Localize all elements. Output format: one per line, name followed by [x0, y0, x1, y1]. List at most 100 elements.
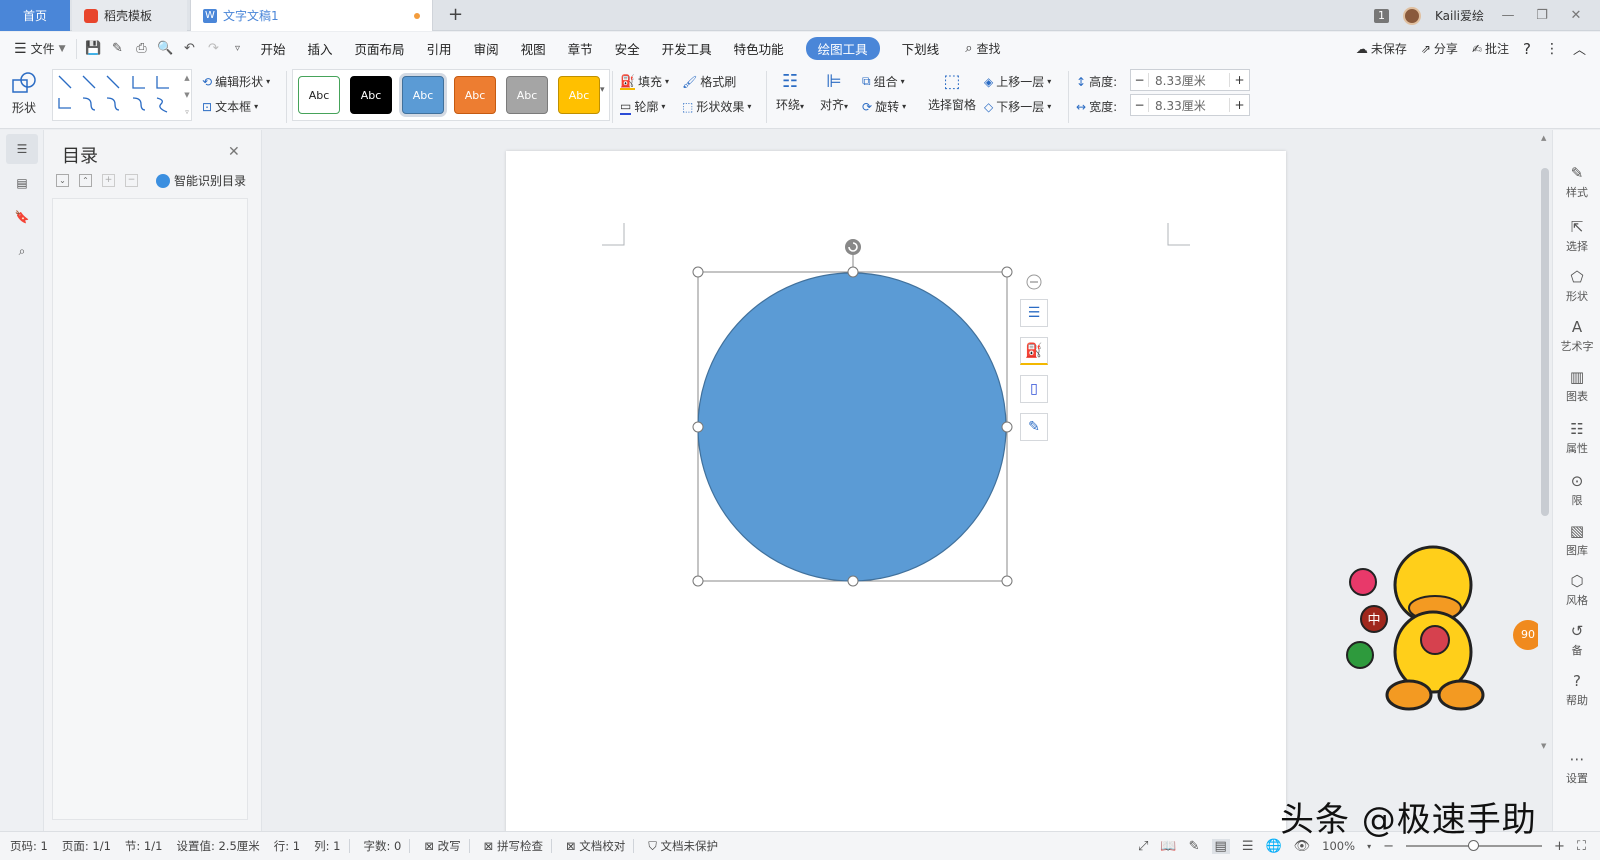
height-stepper[interactable]: − 8.33厘米 + — [1130, 69, 1250, 91]
find-panel-icon[interactable]: ⌕ — [6, 236, 38, 266]
right-rail-item-7[interactable]: ▧ 图库 — [1553, 522, 1600, 558]
quick-fill-icon[interactable]: ⛽ — [1020, 337, 1048, 365]
ribbon-tab-5[interactable]: 视图 — [521, 39, 546, 58]
rotate-button[interactable]: ⟳ 旋转 ▾ — [862, 98, 906, 115]
zoom-slider[interactable] — [1405, 840, 1542, 851]
right-rail-item-6[interactable]: ⊙ 限 — [1553, 472, 1600, 508]
bring-forward-button[interactable]: ◈ 上移一层 ▾ — [984, 73, 1051, 90]
ribbon-tab-8[interactable]: 开发工具 — [662, 39, 712, 58]
line-shape-gallery[interactable] — [52, 69, 192, 121]
send-backward-button[interactable]: ◇ 下移一层 ▾ — [984, 98, 1051, 115]
right-rail-item-4[interactable]: ▥ 图表 — [1553, 368, 1600, 404]
scroll-up-icon[interactable]: ▲ — [1541, 134, 1546, 142]
undo-icon[interactable]: ↶ — [179, 39, 201, 59]
quick-access-more-icon[interactable]: ▿ — [227, 39, 249, 59]
document-page[interactable]: ☰ ⛽ ▯ ✎ — [506, 151, 1286, 831]
tab-home[interactable]: 首页 — [0, 0, 70, 31]
ribbon-tab-2[interactable]: 页面布局 — [355, 39, 405, 58]
save-icon[interactable]: 💾 — [83, 39, 105, 59]
minimize-button[interactable]: — — [1498, 8, 1518, 23]
right-rail-item-2[interactable]: ⬠ 形状 — [1553, 268, 1600, 304]
width-stepper[interactable]: − 8.33厘米 + — [1130, 94, 1250, 116]
outline-icon[interactable]: ▤ — [6, 168, 38, 198]
gallery-scroll[interactable]: ▲ ▼ ▿ — [182, 69, 192, 121]
shape-style-2[interactable]: Abc — [402, 76, 444, 114]
print-preview-icon[interactable]: 🔍 — [155, 39, 177, 59]
right-rail-item-11[interactable]: ⋯ 设置 — [1553, 750, 1600, 786]
ribbon-tab-3[interactable]: 引用 — [427, 39, 452, 58]
format-painter-quick-icon[interactable]: ✎ — [107, 39, 129, 59]
ribbon-tab-0[interactable]: 开始 — [261, 39, 286, 58]
right-rail-item-9[interactable]: ↺ 备 — [1553, 622, 1600, 658]
close-button[interactable]: ✕ — [1566, 8, 1586, 23]
right-rail-item-5[interactable]: ☷ 属性 — [1553, 420, 1600, 456]
page-view-icon[interactable]: ▤ — [1211, 838, 1230, 854]
expand-icon[interactable]: ⌄ — [56, 174, 69, 187]
layout-options-icon[interactable]: ☰ — [1020, 299, 1048, 327]
collapse-toolbar-icon[interactable] — [1026, 274, 1042, 290]
right-rail-item-1[interactable]: ⇱ 选择 — [1553, 218, 1600, 254]
scroll-down-icon[interactable]: ▼ — [1541, 742, 1546, 750]
add-level-icon[interactable]: + — [102, 174, 115, 187]
file-menu[interactable]: ☰ 文件 ▼ — [14, 40, 66, 57]
avatar[interactable] — [1402, 6, 1421, 25]
new-tab-button[interactable]: + — [448, 4, 463, 25]
collapse-icon[interactable]: ⌃ — [79, 174, 92, 187]
spell-check-button[interactable]: ⊠ 拼写检查 — [484, 838, 543, 854]
right-rail-item-8[interactable]: ⬡ 风格 — [1553, 572, 1600, 608]
scroll-thumb[interactable] — [1541, 168, 1549, 516]
revise-button[interactable]: ⊠ 改写 — [424, 838, 460, 854]
collapse-ribbon-button[interactable]: ︿ — [1573, 39, 1586, 58]
comment-button[interactable]: ✍ 批注 — [1472, 40, 1509, 57]
shape-effect-button[interactable]: ⬚ 形状效果 ▾ — [682, 98, 751, 115]
format-painter-button[interactable]: 🖌 格式刷 — [682, 73, 736, 90]
wrap-button[interactable]: ☷ 环绕▾ — [776, 71, 804, 113]
ribbon-tab-7[interactable]: 安全 — [615, 39, 640, 58]
edit-shape-button[interactable]: ⟲ 编辑形状 ▾ — [202, 73, 270, 90]
zoom-in-button[interactable]: + — [1554, 839, 1565, 854]
ribbon-tab-4[interactable]: 审阅 — [474, 39, 499, 58]
fullscreen-icon[interactable]: ⤢ — [1138, 839, 1148, 854]
bookmark-icon[interactable]: 🔖 — [6, 202, 38, 232]
circle-shape[interactable] — [697, 272, 1007, 582]
selection-pane-button[interactable]: ⬚ 选择窗格 — [928, 71, 976, 113]
ribbon-tab-1[interactable]: 插入 — [308, 39, 333, 58]
vertical-scrollbar[interactable]: ▲ ▼ — [1538, 130, 1552, 831]
height-increase-button[interactable]: + — [1229, 73, 1249, 87]
ribbon-tab-9[interactable]: 特色功能 — [734, 39, 784, 58]
username[interactable]: Kaili爱绘 — [1435, 7, 1484, 24]
ribbon-tab-6[interactable]: 章节 — [568, 39, 593, 58]
toc-icon[interactable]: ☰ — [6, 134, 38, 164]
shape-style-5[interactable]: Abc — [558, 76, 600, 114]
group-button[interactable]: ⧉ 组合 ▾ — [862, 73, 905, 90]
rotate-handle-icon[interactable] — [845, 239, 861, 255]
height-value[interactable]: 8.33厘米 — [1149, 72, 1229, 89]
shape-style-4[interactable]: Abc — [506, 76, 548, 114]
proofread-button[interactable]: ⊠ 文档校对 — [566, 838, 625, 854]
tab-template[interactable]: 稻壳模板 — [72, 0, 187, 31]
fit-window-icon[interactable]: ⛶ — [1577, 839, 1586, 854]
outline-button[interactable]: ▭ 轮廓 ▾ — [620, 98, 665, 115]
protect-button[interactable]: ⛉ 文档未保护 — [648, 838, 718, 854]
zoom-slider-thumb[interactable] — [1467, 840, 1479, 851]
write-mode-icon[interactable]: ✎ — [1189, 839, 1200, 854]
status-words[interactable]: 字数: 0 — [364, 838, 402, 854]
right-rail-item-10[interactable]: ? 帮助 — [1553, 672, 1600, 708]
cloud-unsaved-button[interactable]: ☁ 未保存 — [1356, 40, 1407, 57]
width-decrease-button[interactable]: − — [1131, 98, 1149, 112]
redo-icon[interactable]: ↷ — [203, 39, 225, 59]
ribbon-tab-11[interactable]: 下划线 — [902, 39, 940, 58]
right-rail-item-3[interactable]: A 艺术字 — [1553, 318, 1600, 354]
shape-style-1[interactable]: Abc — [350, 76, 392, 114]
shape-style-3[interactable]: Abc — [454, 76, 496, 114]
restore-button[interactable]: ❐ — [1532, 8, 1552, 23]
right-rail-item-0[interactable]: ✎ 样式 — [1553, 164, 1600, 200]
zoom-level[interactable]: 100% — [1322, 839, 1355, 853]
quick-outline-icon[interactable]: ▯ — [1020, 375, 1048, 403]
width-increase-button[interactable]: + — [1229, 98, 1249, 112]
width-value[interactable]: 8.33厘米 — [1149, 97, 1229, 114]
shape-style-0[interactable]: Abc — [298, 76, 340, 114]
fill-button[interactable]: ⛽ 填充 ▾ — [620, 73, 669, 90]
textbox-button[interactable]: ⊡ 文本框 ▾ — [202, 98, 258, 115]
more-button[interactable]: ⋮ — [1545, 41, 1559, 57]
